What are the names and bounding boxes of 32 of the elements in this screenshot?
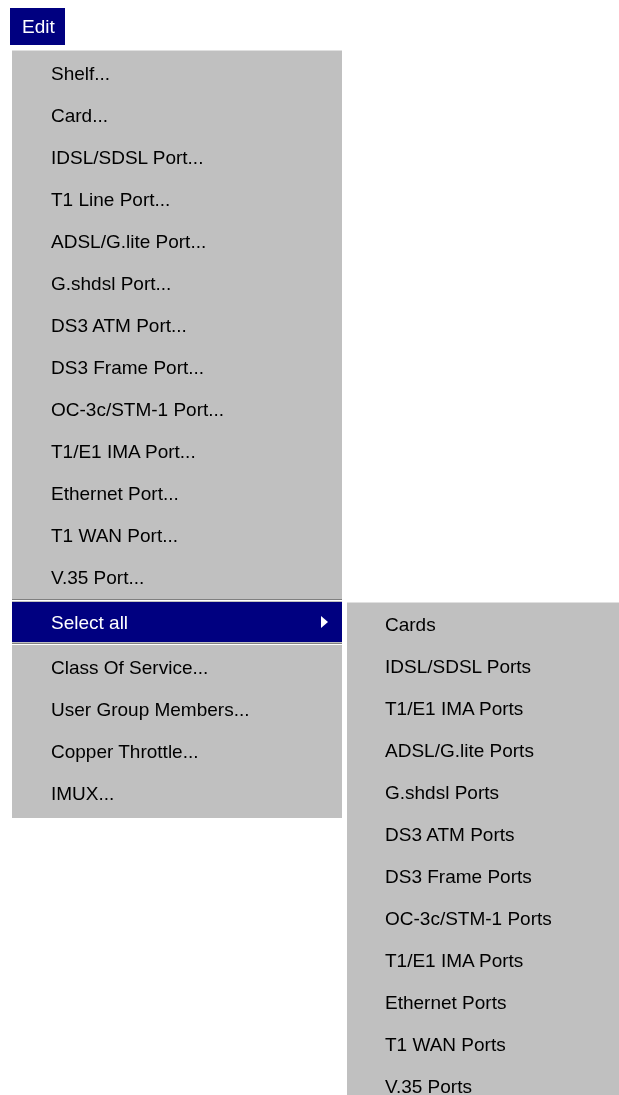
menu-item[interactable]: DS3 Frame Ports xyxy=(347,855,619,897)
menu-item[interactable]: T1/E1 IMA Ports xyxy=(347,687,619,729)
menu-item[interactable]: T1/E1 IMA Port... xyxy=(12,430,342,472)
menu-title[interactable]: Edit xyxy=(10,8,65,45)
menu-item[interactable]: Ethernet Port... xyxy=(12,472,342,514)
menu-item[interactable]: ADSL/G.lite Ports xyxy=(347,729,619,771)
menu-item[interactable]: V.35 Ports xyxy=(347,1065,619,1095)
menu-item[interactable]: DS3 ATM Ports xyxy=(347,813,619,855)
menu-item[interactable]: OC-3c/STM-1 Port... xyxy=(12,388,342,430)
menu-item[interactable]: G.shdsl Ports xyxy=(347,771,619,813)
menu-item[interactable]: T1 Line Port... xyxy=(12,178,342,220)
menu-item[interactable]: DS3 Frame Port... xyxy=(12,346,342,388)
menu-item[interactable]: IMUX... xyxy=(12,772,342,814)
menu-item[interactable]: Card... xyxy=(12,94,342,136)
menu-item[interactable]: V.35 Port... xyxy=(12,556,342,598)
menu-item[interactable]: T1/E1 IMA Ports xyxy=(347,939,619,981)
menu-item[interactable]: User Group Members... xyxy=(12,688,342,730)
menu-item[interactable]: Class Of Service... xyxy=(12,646,342,688)
menu-item[interactable]: Shelf... xyxy=(12,52,342,94)
menu-item[interactable]: Copper Throttle... xyxy=(12,730,342,772)
submenu-item[interactable]: Select all xyxy=(12,602,342,642)
menu-item[interactable]: DS3 ATM Port... xyxy=(12,304,342,346)
menu-item[interactable]: IDSL/SDSL Port... xyxy=(12,136,342,178)
menu-item[interactable]: G.shdsl Port... xyxy=(12,262,342,304)
menu-item[interactable]: ADSL/G.lite Port... xyxy=(12,220,342,262)
menu-item[interactable]: Ethernet Ports xyxy=(347,981,619,1023)
menu-item[interactable]: T1 WAN Port... xyxy=(12,514,342,556)
menu-item[interactable]: OC-3c/STM-1 Ports xyxy=(347,897,619,939)
caret-icon xyxy=(321,616,328,628)
menu-item[interactable]: Cards xyxy=(347,603,619,645)
menu-item[interactable]: T1 WAN Ports xyxy=(347,1023,619,1065)
menu-item[interactable]: IDSL/SDSL Ports xyxy=(347,645,619,687)
